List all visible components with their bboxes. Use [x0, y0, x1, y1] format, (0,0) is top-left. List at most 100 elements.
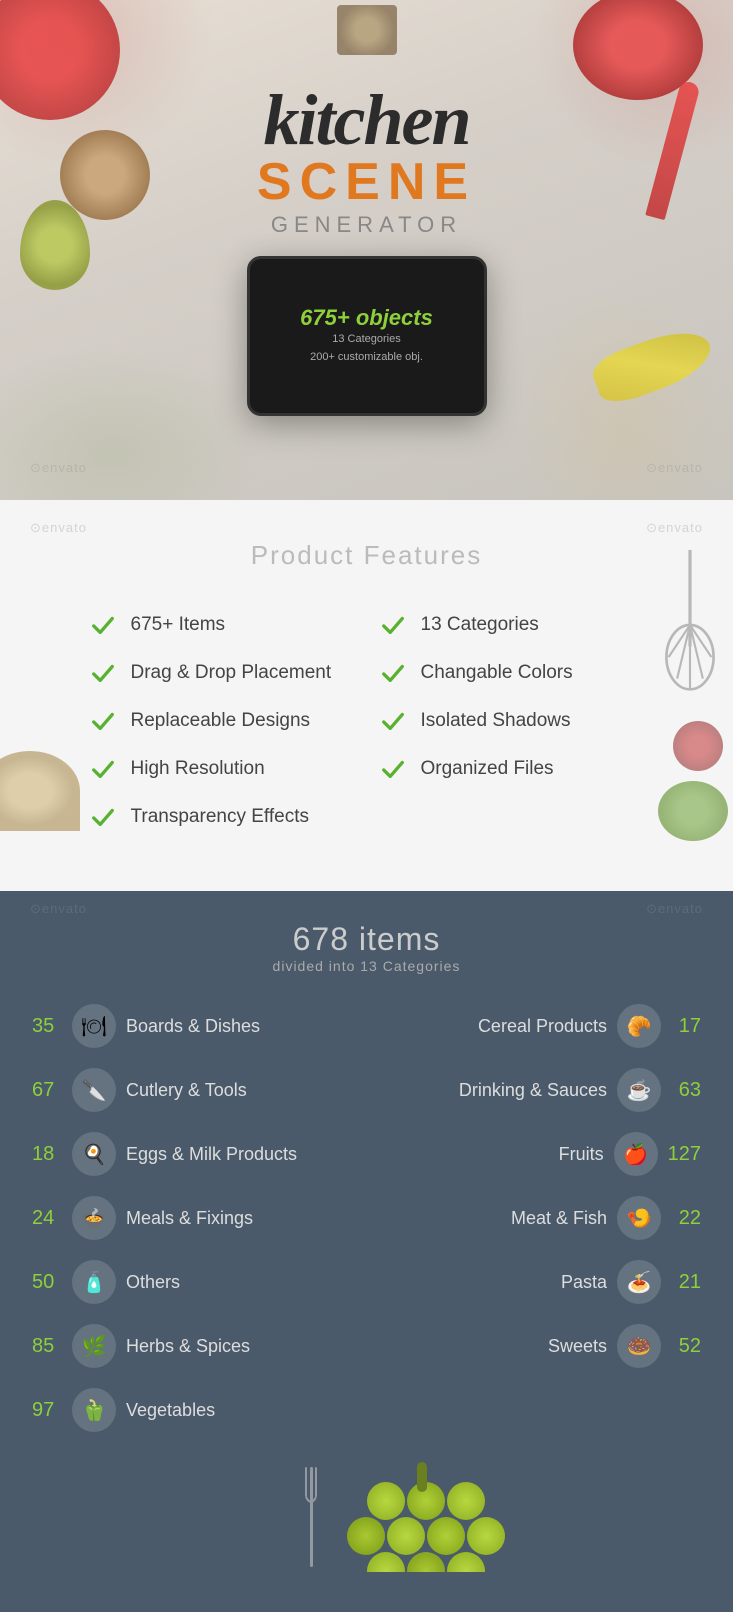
- cat-name-herbs: Herbs & Spices: [126, 1336, 355, 1357]
- cat-icon-cutlery: 🔪: [72, 1068, 116, 1112]
- feature-label-3: High Resolution: [131, 758, 265, 780]
- cat-number-herbs: 85: [32, 1335, 62, 1358]
- food-decor-coffee: [60, 130, 150, 220]
- cat-name-vegetables: Vegetables: [126, 1400, 355, 1421]
- cat-number-eggs: 18: [32, 1143, 62, 1166]
- features-right-col: 13 Categories Changable Colors Isolated …: [367, 601, 657, 841]
- grapes-decoration: [327, 1462, 527, 1572]
- cat-name-cereal: Cereal Products: [379, 1016, 608, 1037]
- cat-item-fruits: 127 🍎 Fruits: [367, 1122, 714, 1186]
- cat-item-boards: 35 🍽 Boards & Dishes: [20, 994, 367, 1058]
- features-envato-2: ⊙envato: [646, 520, 703, 536]
- check-icon-4: [89, 803, 117, 831]
- parsley-decor: [658, 781, 728, 841]
- feature-label-4: Transparency Effects: [131, 806, 309, 828]
- cat-icon-others: 🧴: [72, 1260, 116, 1304]
- categories-left: 35 🍽 Boards & Dishes 67 🔪 Cutlery & Tool…: [20, 994, 367, 1442]
- cat-number-sweets: 52: [671, 1335, 701, 1358]
- hero-content: kitchen SCENE GENERATOR 675+ objects 13 …: [247, 84, 487, 416]
- envato-watermark-1: ⊙envato: [30, 460, 87, 476]
- cat-number-fruits: 127: [668, 1143, 701, 1166]
- hero-title-kitchen: kitchen: [247, 84, 487, 156]
- categories-envato-1: ⊙envato: [30, 901, 87, 917]
- envato-watermark-2: ⊙envato: [646, 460, 703, 476]
- hero-title-scene: SCENE: [247, 156, 487, 208]
- check-icon-0: [89, 611, 117, 639]
- cat-item-meals: 24 🍲 Meals & Fixings: [20, 1186, 367, 1250]
- whisk-icon: [655, 550, 725, 700]
- categories-envato-2: ⊙envato: [646, 901, 703, 917]
- cat-item-drinking: 63 ☕ Drinking & Sauces: [367, 1058, 714, 1122]
- categories-section: ⊙envato ⊙envato 678 items divided into 1…: [0, 891, 733, 1612]
- categories-subtitle: divided into 13 Categories: [20, 958, 713, 974]
- cat-item-pasta: 21 🍝 Pasta: [367, 1250, 714, 1314]
- check-icon-r1: [379, 659, 407, 687]
- cat-name-sweets: Sweets: [379, 1336, 608, 1357]
- feature-item-r3: Organized Files: [367, 745, 657, 793]
- check-icon-r2: [379, 707, 407, 735]
- categories-header: 678 items divided into 13 Categories: [20, 921, 713, 974]
- cat-icon-meals: 🍲: [72, 1196, 116, 1240]
- feature-item-1: Drag & Drop Placement: [77, 649, 367, 697]
- cat-name-meat: Meat & Fish: [379, 1208, 608, 1229]
- categories-count: 678 items: [20, 921, 713, 958]
- check-icon-r0: [379, 611, 407, 639]
- cat-icon-boards: 🍽: [72, 1004, 116, 1048]
- features-left-col: 675+ Items Drag & Drop Placement Replace…: [77, 601, 367, 841]
- hero-tablet: 675+ objects 13 Categories 200+ customiz…: [247, 256, 487, 416]
- tablet-objects-count: 675+ objects: [300, 305, 433, 331]
- cat-name-drinking: Drinking & Sauces: [379, 1080, 608, 1101]
- cat-item-vegetables: 97 🫑 Vegetables: [20, 1378, 367, 1442]
- feature-label-0: 675+ Items: [131, 614, 226, 636]
- cat-number-drinking: 63: [671, 1079, 701, 1102]
- feature-label-r2: Isolated Shadows: [421, 710, 571, 732]
- features-section: ⊙envato ⊙envato Product Features 675+ It…: [0, 500, 733, 891]
- check-icon-r3: [379, 755, 407, 783]
- cat-name-eggs: Eggs & Milk Products: [126, 1144, 355, 1165]
- feature-item-0: 675+ Items: [77, 601, 367, 649]
- feature-item-2: Replaceable Designs: [77, 697, 367, 745]
- feature-label-1: Drag & Drop Placement: [131, 662, 332, 684]
- categories-grid: 35 🍽 Boards & Dishes 67 🔪 Cutlery & Tool…: [20, 994, 713, 1442]
- cat-icon-meat: 🍤: [617, 1196, 661, 1240]
- feature-label-r0: 13 Categories: [421, 614, 539, 636]
- cat-icon-herbs: 🌿: [72, 1324, 116, 1368]
- cat-icon-drinking: ☕: [617, 1068, 661, 1112]
- cat-item-sweets: 52 🍩 Sweets: [367, 1314, 714, 1378]
- cat-item-herbs: 85 🌿 Herbs & Spices: [20, 1314, 367, 1378]
- cat-icon-eggs: 🍳: [72, 1132, 116, 1176]
- cat-number-vegetables: 97: [32, 1399, 62, 1422]
- bottom-food-area: [20, 1452, 713, 1572]
- cat-icon-sweets: 🍩: [617, 1324, 661, 1368]
- cat-icon-cereal: 🥐: [617, 1004, 661, 1048]
- cat-item-cutlery: 67 🔪 Cutlery & Tools: [20, 1058, 367, 1122]
- cat-name-cutlery: Cutlery & Tools: [126, 1080, 355, 1101]
- features-grid: 675+ Items Drag & Drop Placement Replace…: [77, 601, 657, 841]
- cat-number-boards: 35: [32, 1015, 62, 1038]
- tablet-subtitle: 13 Categories 200+ customizable obj.: [310, 331, 423, 366]
- check-icon-3: [89, 755, 117, 783]
- hero-title-generator: GENERATOR: [247, 212, 487, 238]
- cat-item-meat: 22 🍤 Meat & Fish: [367, 1186, 714, 1250]
- feature-label-2: Replaceable Designs: [131, 710, 311, 732]
- feature-item-r2: Isolated Shadows: [367, 697, 657, 745]
- cat-icon-vegetables: 🫑: [72, 1388, 116, 1432]
- fork-decoration: [301, 1467, 321, 1572]
- cat-item-cereal: 17 🥐 Cereal Products: [367, 994, 714, 1058]
- feature-label-r3: Organized Files: [421, 758, 554, 780]
- cat-name-meals: Meals & Fixings: [126, 1208, 355, 1229]
- cat-item-others: 50 🧴 Others: [20, 1250, 367, 1314]
- feature-item-r0: 13 Categories: [367, 601, 657, 649]
- cat-item-eggs: 18 🍳 Eggs & Milk Products: [20, 1122, 367, 1186]
- cat-icon-fruits: 🍎: [614, 1132, 658, 1176]
- cat-number-others: 50: [32, 1271, 62, 1294]
- cat-name-boards: Boards & Dishes: [126, 1016, 355, 1037]
- feature-label-r1: Changable Colors: [421, 662, 573, 684]
- features-envato-1: ⊙envato: [30, 520, 87, 536]
- cat-name-others: Others: [126, 1272, 355, 1293]
- cat-number-meals: 24: [32, 1207, 62, 1230]
- hero-section: ⊙envato ⊙envato kitchen SCENE GENERATOR …: [0, 0, 733, 500]
- feature-item-3: High Resolution: [77, 745, 367, 793]
- basket-decor: [0, 751, 80, 831]
- check-icon-2: [89, 707, 117, 735]
